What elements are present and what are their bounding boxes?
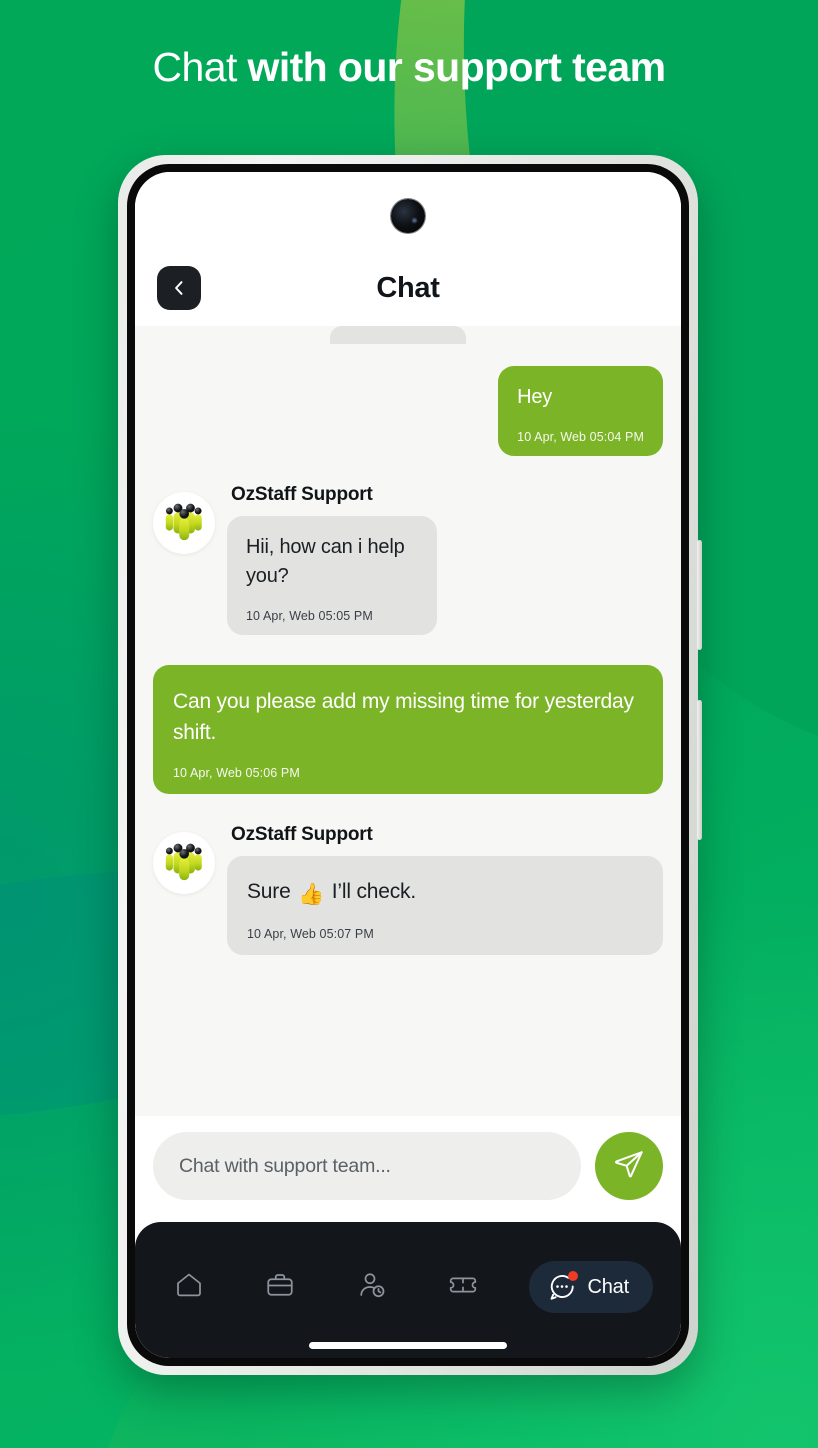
message-timestamp: 10 Apr, Web 05:04 PM [517, 430, 644, 444]
nav-item-chat-label: Chat [587, 1275, 630, 1298]
message-row-outgoing: Can you please add my missing time for y… [153, 665, 663, 794]
power-button[interactable] [697, 700, 702, 840]
message-text: Sure 👍 I’ll check. [247, 877, 643, 909]
message-composer [135, 1116, 681, 1222]
back-button[interactable] [157, 266, 201, 310]
send-paper-plane-icon [613, 1148, 645, 1185]
page-title: Chat [376, 272, 440, 304]
message-text: Hey [517, 386, 553, 408]
chat-input[interactable] [179, 1154, 555, 1178]
volume-button[interactable] [697, 540, 702, 650]
support-team-group-icon [161, 838, 207, 889]
promo-screenshot: Chat with our support team Chat Hey 10 A… [0, 0, 818, 1448]
thumbs-up-emoji-icon: 👍 [298, 883, 325, 906]
message-timestamp: 10 Apr, Web 05:06 PM [173, 766, 300, 780]
phone-mockup: Chat Hey 10 Apr, Web 05:04 PM OzStaff Su… [118, 155, 702, 1375]
avatar [153, 832, 215, 894]
front-camera-icon [391, 199, 425, 233]
chevron-left-icon [169, 278, 189, 298]
chat-input-wrapper[interactable] [153, 1132, 581, 1200]
chat-unread-badge [567, 1271, 578, 1281]
app-bar: Chat [135, 172, 681, 326]
avatar [153, 492, 215, 554]
message-bubble[interactable]: Hii, how can i help you? 10 Apr, Web 05:… [227, 516, 438, 635]
headline-bold-part: with our support team [247, 44, 667, 90]
ticket-icon [447, 1270, 479, 1305]
nav-item-home[interactable] [163, 1264, 215, 1310]
home-indicator[interactable] [309, 1342, 507, 1349]
message-text-before-emoji: Sure [247, 880, 297, 903]
send-button[interactable] [595, 1132, 663, 1200]
bottom-navigation-bar: Chat [135, 1222, 681, 1358]
message-sender-name: OzStaff Support [231, 484, 373, 505]
message-bubble[interactable]: Can you please add my missing time for y… [153, 665, 663, 794]
message-text: Can you please add my missing time for y… [173, 690, 634, 744]
support-team-group-icon [161, 498, 207, 549]
promo-headline: Chat with our support team [0, 44, 818, 91]
chat-bubble-dots-icon [547, 1271, 578, 1302]
message-text: Hii, how can i help you? [246, 536, 405, 587]
briefcase-icon [265, 1270, 295, 1305]
message-text-after-emoji: I’ll check. [326, 880, 416, 903]
message-timestamp: 10 Apr, Web 05:07 PM [247, 927, 374, 941]
message-timestamp: 10 Apr, Web 05:05 PM [246, 609, 373, 623]
nav-item-jobs[interactable] [254, 1264, 306, 1310]
scrolled-off-bubble [330, 326, 466, 344]
message-sender-name: OzStaff Support [231, 824, 373, 845]
nav-item-chat-active[interactable]: Chat [528, 1261, 653, 1313]
message-row-incoming: OzStaff Support Sure 👍 I’ll check. 10 Ap… [153, 824, 663, 955]
nav-item-tickets[interactable] [437, 1264, 489, 1310]
phone-screen: Chat Hey 10 Apr, Web 05:04 PM OzStaff Su… [135, 172, 681, 1358]
message-bubble[interactable]: Sure 👍 I’ll check. 10 Apr, Web 05:07 PM [227, 856, 663, 955]
phone-bezel: Chat Hey 10 Apr, Web 05:04 PM OzStaff Su… [127, 164, 689, 1366]
home-icon [174, 1270, 204, 1305]
message-row-outgoing: Hey 10 Apr, Web 05:04 PM [153, 366, 663, 456]
nav-item-timesheet[interactable] [346, 1264, 398, 1310]
person-clock-icon [357, 1270, 387, 1305]
message-bubble[interactable]: Hey 10 Apr, Web 05:04 PM [498, 366, 663, 456]
chat-message-list[interactable]: Hey 10 Apr, Web 05:04 PM OzStaff Support… [135, 326, 681, 1116]
message-row-incoming: OzStaff Support Hii, how can i help you?… [153, 484, 663, 635]
headline-regular-part: Chat [152, 44, 248, 90]
